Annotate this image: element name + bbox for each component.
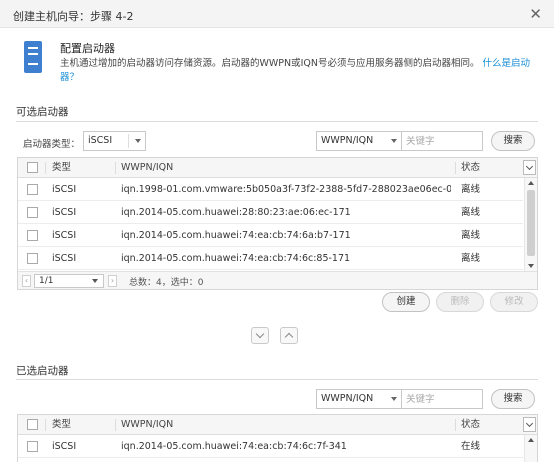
table-row[interactable]: iSCSI iqn.2014-05.com.huawei:28:80:23:ae…: [18, 201, 523, 224]
scroll-up-icon[interactable]: [528, 181, 534, 185]
initiator-type-label: 启动器类型：: [23, 139, 81, 150]
selected-search-field-value: WWPN/IQN: [321, 393, 374, 404]
selected-search-button[interactable]: 搜索: [491, 389, 535, 409]
select-all-checkbox[interactable]: [27, 162, 38, 173]
chevron-down-icon: [391, 139, 397, 143]
document-icon: [24, 41, 42, 73]
intro-panel: 配置启动器 主机通过增加的启动器访问存储资源。启动器的WWPN或IQN号必须与应…: [0, 28, 554, 90]
intro-description: 主机通过增加的启动器访问存储资源。启动器的WWPN或IQN号必须与应用服务器侧的…: [60, 57, 538, 85]
row-status: 在线: [461, 441, 481, 452]
chevron-down-icon: [255, 329, 265, 339]
page-value: 1/1: [39, 276, 54, 286]
table-summary: 总数：4，选中：0: [129, 278, 204, 288]
available-section-title: 可选启动器: [16, 106, 69, 118]
chevron-down-icon: [391, 397, 397, 401]
move-up-button[interactable]: [280, 327, 298, 344]
initiator-type-value: iSCSI: [88, 135, 113, 146]
scroll-down-icon[interactable]: [528, 264, 534, 268]
available-search-field-value: WWPN/IQN: [321, 135, 374, 146]
row-wwpn-iqn: iqn.1998-01.com.vmware:5b050a3f-73f2-238…: [121, 184, 451, 195]
chevron-down-icon: [92, 279, 98, 283]
page-select[interactable]: 1/1: [34, 274, 104, 288]
row-checkbox[interactable]: [27, 207, 38, 218]
row-type: iSCSI: [52, 184, 77, 195]
table-header: 类型 WWPN/IQN 状态: [18, 158, 537, 178]
row-type: iSCSI: [52, 230, 77, 241]
selected-search-field-select[interactable]: WWPN/IQN: [316, 389, 402, 409]
available-search-field-select[interactable]: WWPN/IQN: [316, 131, 402, 151]
prev-page-button[interactable]: ‹: [22, 275, 31, 287]
selected-search-input[interactable]: [401, 389, 483, 409]
table-row[interactable]: iSCSI iqn.2014-05.com.huawei:74:ea:cb:74…: [18, 247, 523, 270]
chevron-up-icon: [284, 332, 294, 342]
column-header-wwpn-iqn[interactable]: WWPN/IQN: [121, 158, 173, 177]
column-menu-icon[interactable]: [523, 160, 536, 175]
row-status: 离线: [461, 184, 481, 195]
row-status: 离线: [461, 253, 481, 264]
dialog-titlebar: 创建主机向导：步骤 4-2 ✕: [0, 0, 554, 28]
row-checkbox[interactable]: [27, 441, 38, 452]
vertical-scrollbar[interactable]: [524, 178, 537, 271]
table-row[interactable]: iSCSI iqn.2014-05.com.huawei:74:ea:cb:74…: [18, 224, 523, 247]
next-page-button[interactable]: ›: [108, 275, 117, 287]
move-down-button[interactable]: [251, 327, 269, 344]
row-checkbox[interactable]: [27, 253, 38, 264]
column-header-status[interactable]: 状态: [461, 415, 480, 434]
close-icon[interactable]: ✕: [529, 5, 542, 23]
selected-initiators-table: 类型 WWPN/IQN 状态 iSCSI iqn.2014-05.com.hua…: [17, 414, 538, 462]
available-search-input[interactable]: [401, 131, 483, 151]
column-menu-icon[interactable]: [523, 417, 536, 432]
table-pager: ‹ 1/1 › 总数：4，选中：0: [18, 271, 537, 289]
row-status: 离线: [461, 230, 481, 241]
delete-button[interactable]: 删除: [436, 292, 484, 312]
vertical-scrollbar[interactable]: [524, 435, 537, 462]
available-initiators-table: 类型 WWPN/IQN 状态 iSCSI iqn.1998-01.com.vmw…: [17, 157, 538, 290]
initiator-type-select[interactable]: iSCSI: [83, 131, 146, 151]
select-all-checkbox[interactable]: [27, 419, 38, 430]
intro-description-text: 主机通过增加的启动器访问存储资源。启动器的WWPN或IQN号必须与应用服务器侧的…: [60, 58, 480, 69]
chevron-down-icon: [135, 139, 141, 143]
scroll-up-icon[interactable]: [528, 438, 534, 442]
available-section-divider: [16, 121, 538, 122]
row-checkbox[interactable]: [27, 184, 38, 195]
create-button[interactable]: 创建: [382, 292, 430, 312]
row-wwpn-iqn: iqn.2014-05.com.huawei:74:ea:cb:74:6a:b7…: [121, 230, 351, 241]
row-type: iSCSI: [52, 253, 77, 264]
row-type: iSCSI: [52, 207, 77, 218]
column-header-status[interactable]: 状态: [461, 158, 480, 177]
modify-button[interactable]: 修改: [490, 292, 538, 312]
scrollbar-thumb[interactable]: [527, 190, 535, 256]
column-header-type[interactable]: 类型: [52, 415, 71, 434]
table-row[interactable]: iSCSI iqn.1998-01.com.vmware:5b050a3f-73…: [18, 178, 523, 201]
row-type: iSCSI: [52, 441, 77, 452]
table-header: 类型 WWPN/IQN 状态: [18, 415, 537, 435]
column-header-wwpn-iqn[interactable]: WWPN/IQN: [121, 415, 173, 434]
table-row[interactable]: iSCSI iqn.2014-05.com.huawei:74:ea:cb:74…: [18, 435, 523, 458]
intro-heading: 配置启动器: [60, 42, 115, 55]
selected-section-title: 已选启动器: [16, 365, 69, 377]
row-wwpn-iqn: iqn.2014-05.com.huawei:74:ea:cb:74:6c:7f…: [121, 441, 347, 452]
available-search-button[interactable]: 搜索: [491, 131, 535, 151]
selected-section-divider: [16, 379, 538, 380]
dialog-title: 创建主机向导：步骤 4-2: [13, 10, 134, 23]
row-wwpn-iqn: iqn.2014-05.com.huawei:28:80:23:ae:06:ec…: [121, 207, 351, 218]
row-wwpn-iqn: iqn.2014-05.com.huawei:74:ea:cb:74:6c:85…: [121, 253, 351, 264]
column-header-type[interactable]: 类型: [52, 158, 71, 177]
row-checkbox[interactable]: [27, 230, 38, 241]
row-status: 离线: [461, 207, 481, 218]
